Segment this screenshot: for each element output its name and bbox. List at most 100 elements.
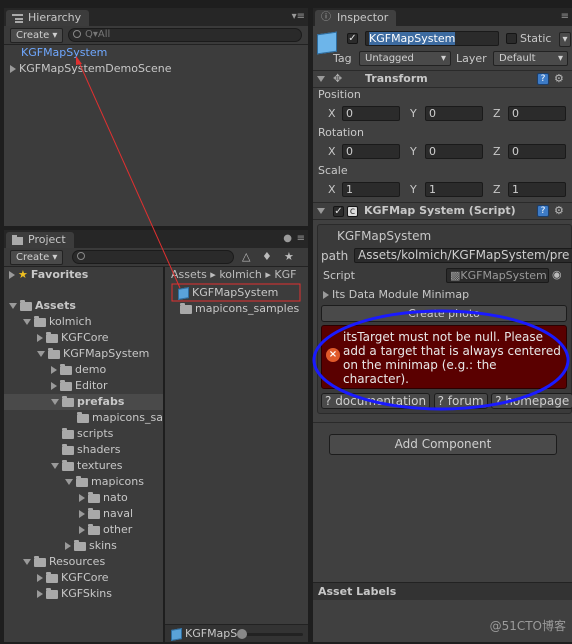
tree-kgfmapsystem[interactable]: KGFMapSystem xyxy=(37,346,149,362)
filter-label-icon[interactable]: ♦ xyxy=(262,250,272,263)
unity-editor: Hierarchy ▾≡ Create ▾ Q▾All KGFMapSystem… xyxy=(0,0,572,644)
collapse-arrow-icon[interactable] xyxy=(9,303,17,309)
script-enabled-checkbox[interactable]: ✓ xyxy=(333,206,344,217)
tree-naval[interactable]: naval xyxy=(79,506,133,522)
hierarchy-search-input[interactable]: Q▾All xyxy=(68,28,302,42)
tag-dropdown[interactable]: Untagged ▾ xyxy=(359,51,451,66)
file-item-kgfmapsystem[interactable]: KGFMapSystem xyxy=(178,285,278,301)
script-field[interactable]: ▩KGFMapSystem xyxy=(446,268,549,283)
create-photo-button[interactable]: Create photo xyxy=(321,305,567,322)
breadcrumb-item[interactable]: KGF xyxy=(274,268,296,281)
position-x-field[interactable]: 0 xyxy=(342,106,400,121)
static-checkbox[interactable] xyxy=(506,33,517,44)
tree-res-kgfskins[interactable]: KGFSkins xyxy=(37,586,112,602)
expand-arrow-icon[interactable] xyxy=(51,366,57,374)
script-component-header[interactable]: ✓ c KGFMap System (Script) ? ⚙ xyxy=(313,202,572,220)
expand-arrow-icon[interactable] xyxy=(79,510,85,518)
tree-resources[interactable]: Resources xyxy=(23,554,105,570)
breadcrumb-item[interactable]: kolmich xyxy=(219,268,262,281)
static-dropdown[interactable]: ▾ xyxy=(559,32,571,47)
hierarchy-create-button[interactable]: Create ▾ xyxy=(10,28,64,43)
filter-type-icon[interactable]: △ xyxy=(242,250,250,263)
tree-demo[interactable]: demo xyxy=(51,362,106,378)
position-z-field[interactable]: 0 xyxy=(508,106,566,121)
breadcrumb-item[interactable]: Assets xyxy=(171,268,207,281)
expand-arrow-icon[interactable] xyxy=(79,494,85,502)
tree-favorites[interactable]: ★ Favorites xyxy=(9,267,88,283)
hierarchy-tab[interactable]: Hierarchy xyxy=(6,10,90,26)
project-splitter[interactable] xyxy=(163,267,165,642)
expand-arrow-icon[interactable] xyxy=(37,574,43,582)
slider-thumb[interactable] xyxy=(237,629,247,639)
expand-arrow-icon[interactable] xyxy=(10,65,16,73)
help-icon[interactable]: ? xyxy=(537,205,549,217)
expand-arrow-icon[interactable] xyxy=(79,526,85,534)
error-icon: × xyxy=(326,348,340,362)
project-tab[interactable]: Project xyxy=(6,232,74,248)
expand-arrow-icon[interactable] xyxy=(9,271,15,279)
tree-res-kgfcore[interactable]: KGFCore xyxy=(37,570,109,586)
expand-arrow-icon[interactable] xyxy=(51,382,57,390)
panel-menu-icon[interactable]: ≡ xyxy=(561,11,569,22)
collapse-arrow-icon[interactable] xyxy=(23,559,31,565)
expand-arrow-icon[interactable] xyxy=(37,590,43,598)
gear-icon[interactable]: ⚙ xyxy=(554,204,564,217)
tree-textures[interactable]: textures xyxy=(51,458,122,474)
tree-mapicons-sa[interactable]: mapicons_sa xyxy=(77,410,163,426)
rotation-x-field[interactable]: 0 xyxy=(342,144,400,159)
panel-menu-icon[interactable]: ▾≡ xyxy=(292,11,305,22)
expand-arrow-icon[interactable] xyxy=(323,291,329,299)
collapse-arrow-icon[interactable] xyxy=(317,76,325,82)
homepage-button[interactable]: ? homepage xyxy=(491,393,572,409)
transform-header[interactable]: ✥ Transform ? ⚙ xyxy=(313,70,572,88)
tree-editor[interactable]: Editor xyxy=(51,378,108,394)
position-y-field[interactable]: 0 xyxy=(425,106,483,121)
scale-x-field[interactable]: 1 xyxy=(342,182,400,197)
forum-button[interactable]: ? forum xyxy=(433,393,488,409)
panel-menu-icon[interactable]: ≡ xyxy=(297,233,305,244)
expand-arrow-icon[interactable] xyxy=(37,334,43,342)
tree-kgfcore[interactable]: KGFCore xyxy=(37,330,109,346)
path-field[interactable]: Assets/kolmich/KGFMapSystem/pre xyxy=(354,248,572,263)
lock-icon[interactable]: ● xyxy=(283,233,292,244)
scale-y-field[interactable]: 1 xyxy=(425,182,483,197)
tree-prefabs[interactable]: prefabs xyxy=(4,394,163,410)
active-checkbox[interactable]: ✓ xyxy=(347,33,358,44)
collapse-arrow-icon[interactable] xyxy=(51,463,59,469)
favorite-star-icon[interactable]: ★ xyxy=(284,250,294,263)
module-foldout[interactable]: Its Data Module Minimap xyxy=(323,288,469,301)
add-component-button[interactable]: Add Component xyxy=(329,434,557,455)
object-name-field[interactable]: KGFMapSystem xyxy=(365,31,499,46)
gear-icon[interactable]: ⚙ xyxy=(554,72,564,85)
tree-assets[interactable]: Assets xyxy=(9,298,76,314)
icon-size-slider[interactable] xyxy=(237,629,303,639)
tree-mapicons[interactable]: mapicons xyxy=(65,474,144,490)
rotation-y-field[interactable]: 0 xyxy=(425,144,483,159)
collapse-arrow-icon[interactable] xyxy=(37,351,45,357)
documentation-button[interactable]: ? documentation xyxy=(321,393,431,409)
tree-shaders[interactable]: shaders xyxy=(62,442,120,458)
tree-other[interactable]: other xyxy=(79,522,132,538)
collapse-arrow-icon[interactable] xyxy=(23,319,31,325)
object-picker-icon[interactable]: ◉ xyxy=(552,268,562,281)
tree-kolmich[interactable]: kolmich xyxy=(23,314,92,330)
file-item-mapicons-samples[interactable]: mapicons_samples xyxy=(180,301,299,317)
collapse-arrow-icon[interactable] xyxy=(51,399,59,405)
expand-arrow-icon[interactable] xyxy=(65,542,71,550)
inspector-tab[interactable]: ⓘ Inspector xyxy=(315,10,397,26)
hierarchy-item-demoscene[interactable]: KGFMapSystemDemoScene xyxy=(10,61,172,77)
collapse-arrow-icon[interactable] xyxy=(65,479,73,485)
inspector-tab-label: Inspector xyxy=(337,11,389,24)
transform-title: Transform xyxy=(365,72,428,85)
hierarchy-item-kgfmapsystem[interactable]: KGFMapSystem xyxy=(21,45,107,61)
tree-nato[interactable]: nato xyxy=(79,490,128,506)
collapse-arrow-icon[interactable] xyxy=(317,208,325,214)
layer-dropdown[interactable]: Default ▾ xyxy=(493,51,568,66)
rotation-z-field[interactable]: 0 xyxy=(508,144,566,159)
tree-scripts[interactable]: scripts xyxy=(62,426,113,442)
project-create-button[interactable]: Create ▾ xyxy=(10,250,64,265)
help-icon[interactable]: ? xyxy=(537,73,549,85)
tree-skins[interactable]: skins xyxy=(65,538,117,554)
scale-z-field[interactable]: 1 xyxy=(508,182,566,197)
project-search-input[interactable] xyxy=(72,250,234,264)
